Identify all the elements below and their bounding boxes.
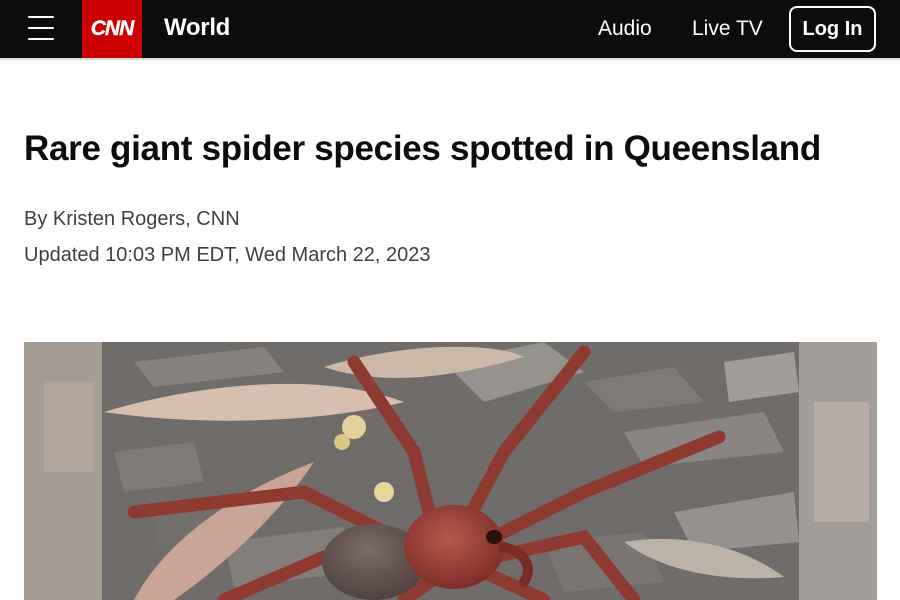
login-button[interactable]: Log In — [789, 6, 876, 52]
logo-text: CNN — [90, 17, 135, 40]
section-title[interactable]: World — [164, 14, 230, 42]
cnn-logo[interactable]: CNN — [82, 0, 142, 58]
site-header: CNN World Audio Live TV Log In — [0, 0, 900, 58]
article-headline: Rare giant spider species spotted in Que… — [24, 129, 821, 168]
spider-photo-graphic — [24, 342, 877, 600]
author-link[interactable]: Kristen Rogers — [53, 208, 185, 230]
nav-live-tv-link[interactable]: Live TV — [692, 17, 763, 41]
byline-prefix: By — [24, 208, 53, 230]
nav-audio-link[interactable]: Audio — [598, 17, 652, 41]
article-byline: By Kristen Rogers, CNN — [24, 208, 240, 231]
menu-icon[interactable] — [28, 16, 54, 40]
header-divider — [0, 58, 900, 60]
byline-suffix: , CNN — [185, 208, 240, 230]
article-timestamp: Updated 10:03 PM EDT, Wed March 22, 2023 — [24, 244, 431, 266]
article-photo[interactable] — [24, 342, 877, 600]
